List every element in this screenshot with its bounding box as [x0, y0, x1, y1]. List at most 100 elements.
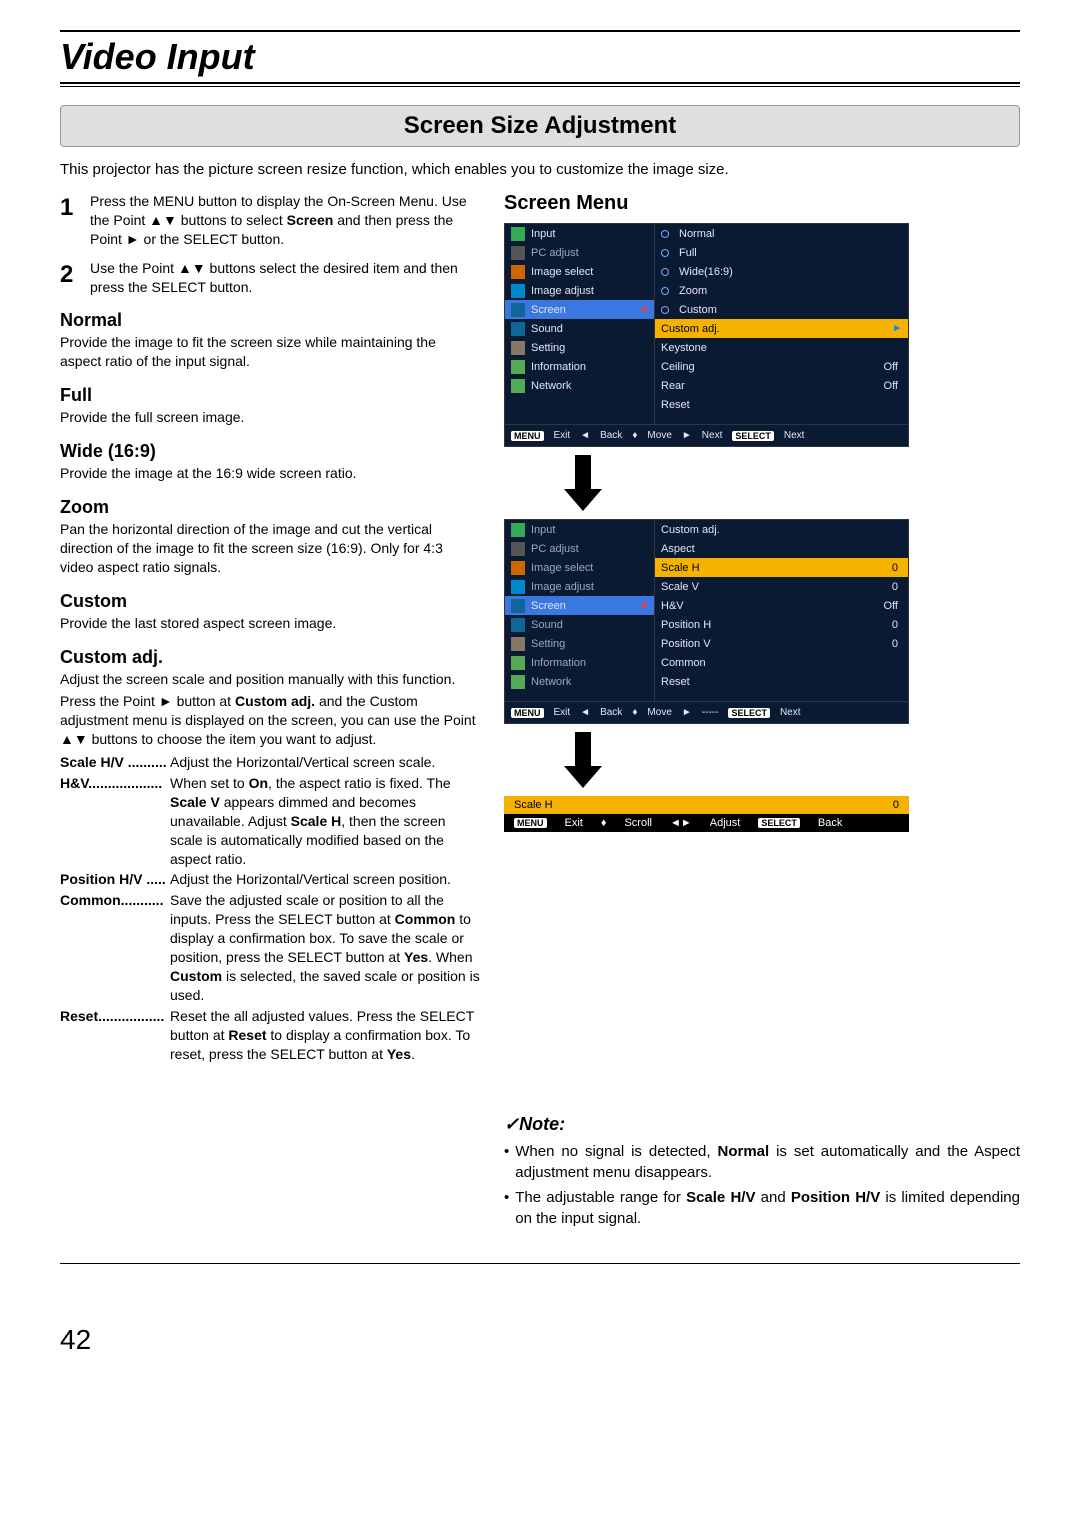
submenu-rear[interactable]: RearOff — [655, 376, 908, 395]
menu-tag: MENU — [511, 708, 544, 718]
custadj-scale-v[interactable]: Scale V0 — [655, 577, 908, 596]
custadj-reset[interactable]: Reset — [655, 672, 908, 691]
menu-item-image-select[interactable]: Image select — [505, 262, 654, 281]
param-text: Adjust the Horizontal/Vertical screen sc… — [170, 753, 480, 772]
move-icon: ♦ — [632, 430, 637, 441]
menu-item-setting[interactable]: Setting — [505, 634, 654, 653]
network-icon — [511, 379, 525, 393]
menu-item-information[interactable]: Information — [505, 653, 654, 672]
triangle-left-icon: ◄ — [638, 304, 648, 315]
menu-item-network[interactable]: Network — [505, 672, 654, 691]
menu-item-image-adjust[interactable]: Image adjust — [505, 577, 654, 596]
heading-normal: Normal — [60, 310, 480, 331]
heading-wide: Wide (16:9) — [60, 441, 480, 462]
custadj-common[interactable]: Common — [655, 653, 908, 672]
menu-item-setting[interactable]: Setting — [505, 338, 654, 357]
menu-item-image-select[interactable]: Image select — [505, 558, 654, 577]
custadj-title: Custom adj. — [655, 520, 908, 539]
param-text: Save the adjusted scale or position to a… — [170, 891, 480, 1004]
submenu-reset[interactable]: Reset — [655, 395, 908, 414]
param-label: H&V................... — [60, 774, 170, 868]
desc-normal: Provide the image to fit the screen size… — [60, 333, 480, 371]
step-number: 1 — [60, 192, 80, 249]
image-adjust-icon — [511, 284, 525, 298]
setting-icon — [511, 341, 525, 355]
menu-footer: MENUExit ◄Back ♦Move ►Next SELECTNext — [504, 425, 909, 447]
submenu-zoom[interactable]: Zoom — [655, 281, 908, 300]
scroll-icon: ♦ — [601, 817, 607, 829]
menu-item-input[interactable]: Input — [505, 520, 654, 539]
menu-item-sound[interactable]: Sound — [505, 615, 654, 634]
submenu-custom[interactable]: Custom — [655, 300, 908, 319]
menu-item-pc-adjust[interactable]: PC adjust — [505, 243, 654, 262]
custom-adj-panel: Input PC adjust Image select Image adjus… — [504, 519, 909, 702]
menu-tag: MENU — [514, 818, 547, 828]
submenu-wide[interactable]: Wide(16:9) — [655, 262, 908, 281]
info-icon — [511, 656, 525, 670]
submenu-full[interactable]: Full — [655, 243, 908, 262]
heading-zoom: Zoom — [60, 497, 480, 518]
custadj-position-v[interactable]: Position V0 — [655, 634, 908, 653]
param-label: Reset................. — [60, 1007, 170, 1064]
triangle-right-icon: ► — [892, 323, 902, 334]
step-2: 2 Use the Point ▲▼ buttons select the de… — [60, 259, 480, 297]
heading-custom: Custom — [60, 591, 480, 612]
note-item-1: • When no signal is detected, Normal is … — [504, 1141, 1020, 1183]
intro-text: This projector has the picture screen re… — [60, 161, 1020, 178]
setting-icon — [511, 637, 525, 651]
submenu-keystone[interactable]: Keystone — [655, 338, 908, 357]
custadj-position-h[interactable]: Position H0 — [655, 615, 908, 634]
adjust-icon: ◄► — [670, 817, 692, 829]
triangle-left-icon: ◄ — [638, 600, 648, 611]
page-number: 42 — [60, 1324, 1020, 1356]
desc-full: Provide the full screen image. — [60, 408, 480, 427]
text: Press the Point ► button at — [60, 693, 235, 709]
back-icon: ◄ — [580, 430, 590, 441]
move-icon: ♦ — [632, 707, 637, 718]
param-text: When set to On, the aspect ratio is fixe… — [170, 774, 480, 868]
menu-item-screen[interactable]: Screen◄ — [505, 300, 654, 319]
right-column: Screen Menu Input PC adjust Image select… — [504, 192, 1020, 1233]
left-column: 1 Press the MENU button to display the O… — [60, 192, 480, 1233]
step-1: 1 Press the MENU button to display the O… — [60, 192, 480, 249]
custadj-aspect[interactable]: Aspect — [655, 539, 908, 558]
page-title: Video Input — [60, 36, 1020, 78]
menu-tag: MENU — [511, 431, 544, 441]
note-block: ✓Note: • When no signal is detected, Nor… — [504, 1112, 1020, 1229]
param-text: Reset the all adjusted values. Press the… — [170, 1007, 480, 1064]
arrow-down-icon — [564, 732, 602, 788]
menu-item-screen[interactable]: Screen◄ — [505, 596, 654, 615]
parameter-list: Scale H/V .......... Adjust the Horizont… — [60, 753, 480, 1063]
image-select-icon — [511, 561, 525, 575]
desc-wide: Provide the image at the 16:9 wide scree… — [60, 464, 480, 483]
menu-item-input[interactable]: Input — [505, 224, 654, 243]
pc-icon — [511, 542, 525, 556]
image-select-icon — [511, 265, 525, 279]
submenu-custom-adj[interactable]: Custom adj.► — [655, 319, 908, 338]
note-heading: ✓Note: — [504, 1112, 1020, 1137]
desc-custom-adj-2: Press the Point ► button at Custom adj. … — [60, 692, 480, 749]
custadj-scale-h[interactable]: Scale H0 — [655, 558, 908, 577]
input-icon — [511, 523, 525, 537]
menu-item-network[interactable]: Network — [505, 376, 654, 395]
menu-item-sound[interactable]: Sound — [505, 319, 654, 338]
sound-icon — [511, 322, 525, 336]
submenu-normal[interactable]: Normal — [655, 224, 908, 243]
sound-icon — [511, 618, 525, 632]
submenu-ceiling[interactable]: CeilingOff — [655, 357, 908, 376]
screen-icon — [511, 303, 525, 317]
screen-menu-panel: Input PC adjust Image select Image adjus… — [504, 223, 909, 425]
arrow-down-icon — [564, 455, 602, 511]
image-adjust-icon — [511, 580, 525, 594]
menu-item-information[interactable]: Information — [505, 357, 654, 376]
custadj-hv[interactable]: H&VOff — [655, 596, 908, 615]
param-label: Common........... — [60, 891, 170, 1004]
desc-custom: Provide the last stored aspect screen im… — [60, 614, 480, 633]
menu-item-image-adjust[interactable]: Image adjust — [505, 281, 654, 300]
menu-item-pc-adjust[interactable]: PC adjust — [505, 539, 654, 558]
menu-footer-2: MENUExit ◄Back ♦Move ►----- SELECTNext — [504, 702, 909, 724]
select-tag: SELECT — [758, 818, 800, 828]
param-text: Adjust the Horizontal/Vertical screen po… — [170, 870, 480, 889]
scale-h-bar: Scale H0 MENUExit ♦Scroll ◄►Adjust SELEC… — [504, 796, 909, 832]
scale-h-bar-value[interactable]: Scale H0 — [504, 796, 909, 814]
